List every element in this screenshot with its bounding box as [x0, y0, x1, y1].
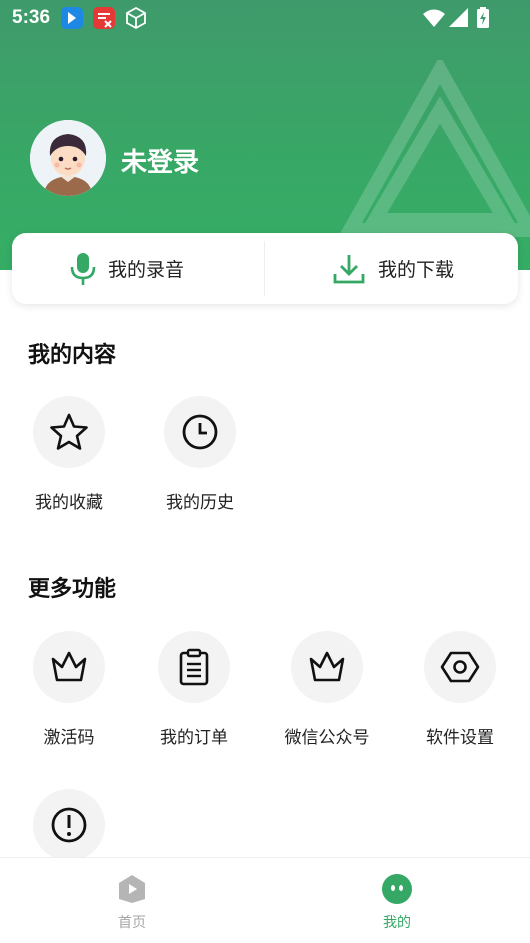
my-favorites-icon-circle	[33, 396, 105, 468]
activation-code-button[interactable]: 激活码	[14, 631, 124, 748]
wechat-official-account-label: 微信公众号	[284, 728, 370, 748]
wechat-official-account-button[interactable]: 微信公众号	[272, 631, 382, 748]
mine-face-icon	[382, 874, 412, 904]
crown-icon	[51, 651, 87, 682]
tab-home-label: 首页	[118, 915, 146, 931]
status-time: 5:36	[12, 7, 51, 28]
triangle-logo-decoration	[340, 60, 530, 237]
tab-mine-label: 我的	[383, 915, 411, 931]
app-notification-icon-2	[93, 7, 115, 29]
software-settings-label: 软件设置	[426, 728, 494, 748]
activation-code-icon-circle	[33, 631, 105, 703]
clock-icon	[182, 414, 218, 450]
clipboard-icon	[179, 648, 209, 686]
my-history-icon-circle	[164, 396, 236, 468]
battery-charging-icon	[477, 7, 489, 28]
info-circle-icon	[51, 807, 87, 843]
hexagon-settings-icon	[440, 651, 480, 683]
my-orders-button[interactable]: 我的订单	[139, 631, 249, 748]
software-settings-icon-circle	[424, 631, 496, 703]
my-downloads-button[interactable]: 我的下载	[332, 233, 454, 304]
my-downloads-label: 我的下载	[378, 259, 455, 281]
wifi-icon	[423, 9, 445, 27]
download-icon	[333, 254, 365, 283]
my-recordings-label: 我的录音	[108, 259, 185, 281]
avatar-boy-image	[30, 120, 106, 196]
avatar[interactable]	[30, 120, 106, 196]
quick-actions-divider	[264, 241, 265, 296]
home-play-icon	[119, 875, 145, 903]
my-history-button[interactable]: 我的历史	[145, 396, 255, 513]
software-settings-button[interactable]: 软件设置	[405, 631, 515, 748]
signal-icon	[449, 8, 468, 27]
bottom-tab-bar: 首页 我的	[0, 857, 530, 943]
my-favorites-button[interactable]: 我的收藏	[14, 396, 124, 513]
microphone-icon	[70, 252, 96, 285]
more-features-title: 更多功能	[28, 577, 117, 602]
my-history-label: 我的历史	[166, 493, 234, 513]
quick-actions-card: 我的录音 我的下载	[12, 233, 518, 304]
my-orders-label: 我的订单	[160, 728, 228, 748]
cube-icon	[126, 6, 146, 30]
my-favorites-label: 我的收藏	[35, 493, 103, 513]
about-icon-circle	[33, 789, 105, 861]
app-notification-icon	[61, 7, 83, 29]
tab-mine[interactable]: 我的	[327, 858, 467, 943]
my-recordings-button[interactable]: 我的录音	[70, 233, 184, 304]
profile-header: 5:36 未登录	[0, 0, 530, 270]
my-content-title: 我的内容	[28, 343, 117, 368]
status-bar: 5:36	[0, 0, 530, 36]
activation-code-label: 激活码	[43, 728, 95, 748]
username-login-prompt[interactable]: 未登录	[121, 142, 199, 179]
wechat-official-account-icon-circle	[291, 631, 363, 703]
crown-icon	[309, 651, 345, 682]
my-orders-icon-circle	[158, 631, 230, 703]
star-icon	[50, 413, 88, 450]
tab-home[interactable]: 首页	[62, 858, 202, 943]
